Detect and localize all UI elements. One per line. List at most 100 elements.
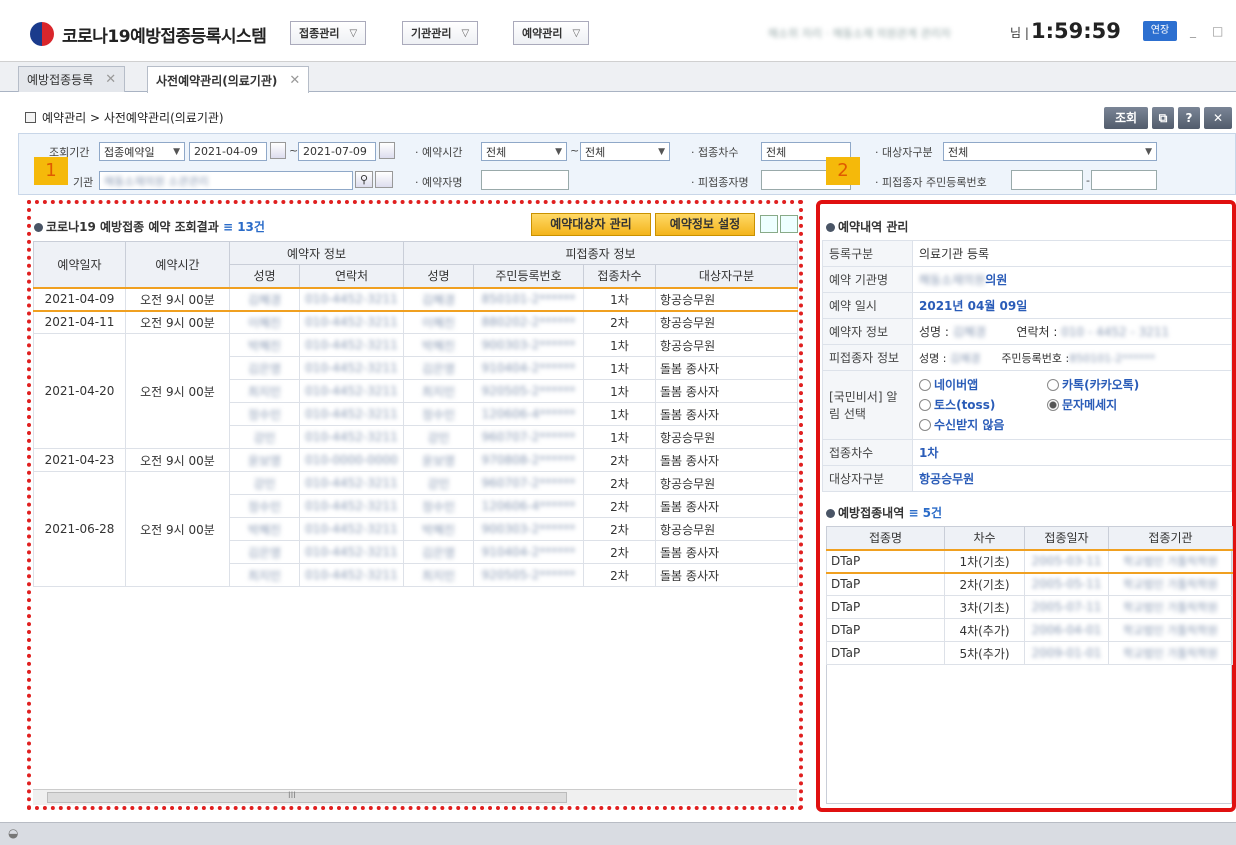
- cell-round: 1차: [583, 379, 657, 403]
- cell-target: 돌봄 종사자: [655, 379, 799, 403]
- time-from-select[interactable]: 전체 ▼: [481, 142, 567, 161]
- cell-phone: 010-4452-3211: [305, 522, 398, 536]
- date-to-input[interactable]: 2021-07-09: [298, 142, 376, 161]
- cell-vacc-org: 학교법인 가톨릭학원: [1123, 601, 1218, 614]
- cell-rname: 김혜경: [421, 292, 456, 307]
- marker-2: 2: [826, 157, 860, 185]
- cell-name: 이혜진: [247, 315, 282, 330]
- notify-option[interactable]: 카톡(카카오톡): [1047, 375, 1175, 395]
- period-type-select[interactable]: 접종예약일 ▼: [99, 142, 185, 161]
- cell-target: 돌봄 종사자: [655, 448, 799, 472]
- org-input[interactable]: 해동소재의원 소관관리: [99, 171, 353, 190]
- table-row[interactable]: 2021-04-20 오전 9시 00분 박혜진 010-4452-3211 박혜진 90…: [33, 333, 799, 449]
- cell-rname: 이혜진: [421, 315, 456, 330]
- notify-option[interactable]: 문자메세지: [1047, 395, 1175, 415]
- history-row[interactable]: DTaP 2차(기초) 2005-05-11 학교법인 가톨릭학원: [826, 572, 1233, 596]
- caret-down-icon: ▼: [658, 146, 665, 157]
- col-date[interactable]: 예약일자: [33, 241, 126, 288]
- tab-vaccination-register[interactable]: 예방접종등록 ✕: [18, 66, 126, 92]
- col-dose[interactable]: 차수: [944, 526, 1025, 550]
- calendar-icon[interactable]: [379, 142, 395, 159]
- page-icon: [25, 112, 36, 123]
- col-target[interactable]: 대상자구분: [655, 264, 799, 288]
- cell-round: 2차: [583, 563, 657, 587]
- cell-rname: 정수민: [421, 499, 456, 514]
- minimize-icon[interactable]: _: [1190, 24, 1196, 38]
- scrollbar-thumb[interactable]: III: [47, 791, 567, 803]
- target-select[interactable]: 전체 ▼: [943, 142, 1157, 161]
- horizontal-scrollbar[interactable]: III: [33, 789, 797, 805]
- history-row[interactable]: DTaP 5차(추가) 2009-01-01 학교법인 가톨릭학원: [826, 641, 1233, 665]
- target-value: 항공승무원: [912, 465, 1232, 492]
- history-row[interactable]: DTaP 4차(추가) 2006-04-01 학교법인 가톨릭학원: [826, 618, 1233, 642]
- col-name[interactable]: 성명: [229, 264, 300, 288]
- help-icon[interactable]: ?: [1178, 107, 1200, 129]
- reservation-settings-button[interactable]: 예약정보 설정: [655, 213, 755, 236]
- table-row[interactable]: 2021-06-28 오전 9시 00분 강민 010-4452-3211 강민 9607…: [33, 471, 799, 587]
- time-to-select[interactable]: 전체 ▼: [580, 142, 670, 161]
- status-bar: ◒: [0, 822, 1236, 845]
- radio-icon[interactable]: [1047, 399, 1059, 411]
- close-icon[interactable]: ✕: [289, 73, 300, 88]
- history-row[interactable]: DTaP 1차(기초) 2005-03-11 학교법인 가톨릭학원: [826, 548, 1233, 574]
- cell-vacc-org: 학교법인 가톨릭학원: [1123, 647, 1218, 660]
- cell-vacc-date: 2006-04-01: [1031, 623, 1102, 637]
- cell-round: 2차: [583, 494, 657, 518]
- rrn-front-input[interactable]: [1011, 170, 1083, 190]
- date-from-input[interactable]: 2021-04-09: [189, 142, 267, 161]
- cell-vaccine: DTaP: [826, 595, 945, 619]
- radio-icon[interactable]: [919, 379, 931, 391]
- excel-icon[interactable]: [780, 215, 798, 233]
- org-label: 기관: [73, 176, 94, 189]
- search-icon[interactable]: ⚲: [355, 171, 373, 188]
- session-timer: 1:59:59: [1031, 19, 1121, 43]
- radio-icon[interactable]: [1047, 379, 1059, 391]
- cell-date: 2021-06-28: [33, 471, 126, 587]
- notify-option[interactable]: 토스(toss): [919, 395, 1047, 415]
- cell-rrn: 960707-2******: [481, 476, 576, 490]
- notify-option[interactable]: 네이버앱: [919, 375, 1047, 395]
- cell-round: 2차: [583, 540, 657, 564]
- cell-target: 항공승무원: [655, 425, 799, 449]
- cell-name: 정수민: [247, 407, 282, 422]
- manage-reservees-button[interactable]: 예약대상자 관리: [531, 213, 651, 236]
- cell-target: 돌봄 종사자: [655, 494, 799, 518]
- print-icon[interactable]: [760, 215, 778, 233]
- col-vaccine[interactable]: 접종명: [826, 526, 945, 550]
- notify-option[interactable]: 수신받지 않음: [919, 415, 1047, 435]
- col-rrn[interactable]: 주민등록번호: [473, 264, 585, 288]
- table-row[interactable]: 2021-04-23 오전 9시 00분 윤보영 010-0000-0000 윤보영 97…: [33, 448, 799, 472]
- close-icon[interactable]: ✕: [105, 72, 116, 87]
- menu-reservation[interactable]: 예약관리 ▽: [513, 21, 590, 45]
- col-phone[interactable]: 연락처: [298, 264, 405, 288]
- col-rname[interactable]: 성명: [403, 264, 475, 288]
- results-count: 13건: [237, 220, 265, 234]
- eraser-icon[interactable]: [375, 171, 393, 188]
- cell-name: 정수민: [247, 499, 282, 514]
- maximize-icon[interactable]: □: [1212, 24, 1223, 38]
- detail-title: 예약내역 관리: [826, 218, 908, 235]
- menu-vaccination[interactable]: 접종관리 ▽: [290, 21, 367, 45]
- popup-icon[interactable]: ⧉: [1152, 107, 1174, 129]
- radio-icon[interactable]: [919, 399, 931, 411]
- col-vacc-date[interactable]: 접종일자: [1024, 526, 1109, 550]
- col-time[interactable]: 예약시간: [125, 241, 230, 288]
- extend-session-button[interactable]: 연장: [1143, 21, 1177, 41]
- tab-bar: 예방접종등록 ✕ 사전예약관리(의료기관) ✕: [0, 62, 1236, 93]
- cell-phone: 010-4452-3211: [305, 568, 398, 582]
- table-row[interactable]: 2021-04-11 오전 9시 00분 이혜진 010-4452-3211 이혜진 88…: [33, 310, 799, 334]
- col-vacc-org[interactable]: 접종기관: [1108, 526, 1233, 550]
- tab-reservation-management[interactable]: 사전예약관리(의료기관) ✕: [147, 66, 310, 93]
- rrn-back-input[interactable]: [1091, 170, 1157, 190]
- reserver-name-input[interactable]: [481, 170, 569, 190]
- cell-dose: 1차(기초): [944, 548, 1025, 574]
- history-row[interactable]: DTaP 3차(기초) 2005-07-11 학교법인 가톨릭학원: [826, 595, 1233, 619]
- table-row[interactable]: 2021-04-09 오전 9시 00분 김혜경 010-4452-3211 김혜경 85…: [33, 286, 799, 312]
- search-button[interactable]: 조회: [1104, 107, 1148, 129]
- col-round[interactable]: 접종차수: [583, 264, 657, 288]
- menu-institution[interactable]: 기관관리 ▽: [402, 21, 479, 45]
- radio-icon[interactable]: [919, 419, 931, 431]
- reserver-value: 성명 : 김혜경 연락처 : 010 - 4452 - 3211: [912, 318, 1232, 345]
- close-page-icon[interactable]: ✕: [1204, 107, 1232, 129]
- calendar-icon[interactable]: [270, 142, 286, 159]
